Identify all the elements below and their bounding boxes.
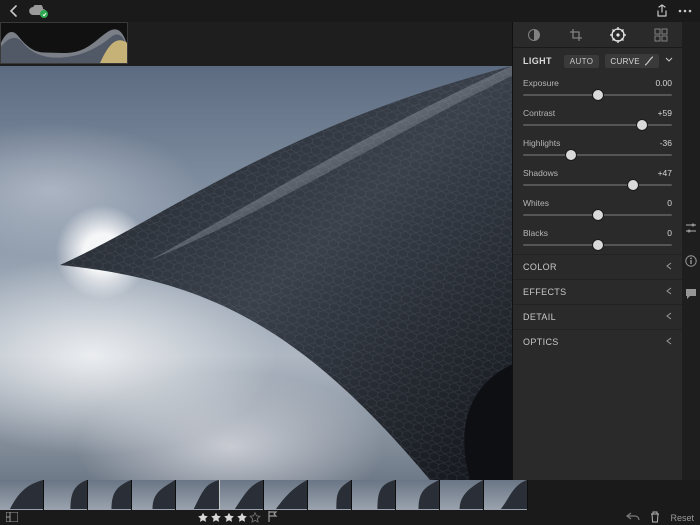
slider-track[interactable]: [523, 148, 672, 162]
slider-thumb[interactable]: [637, 120, 647, 130]
slider-label: Exposure: [523, 78, 559, 88]
filmstrip-thumb[interactable]: [220, 480, 264, 510]
star-icon[interactable]: [236, 512, 248, 523]
filmstrip-thumb[interactable]: [176, 480, 220, 510]
slider-label: Shadows: [523, 168, 558, 178]
slider-value: -36: [660, 138, 672, 148]
slider-exposure[interactable]: Exposure 0.00: [513, 74, 682, 104]
slider-track[interactable]: [523, 208, 672, 222]
slider-track[interactable]: [523, 88, 672, 102]
filmstrip-thumb[interactable]: [264, 480, 308, 510]
slider-thumb[interactable]: [593, 240, 603, 250]
filmstrip-thumb[interactable]: [88, 480, 132, 510]
comment-icon[interactable]: [685, 288, 697, 303]
chevron-down-icon: [665, 56, 673, 66]
slider-label: Highlights: [523, 138, 560, 148]
undo-button[interactable]: [626, 512, 640, 524]
filmstrip[interactable]: [0, 480, 700, 510]
slider-value: +47: [658, 168, 672, 178]
filmstrip-thumb[interactable]: [352, 480, 396, 510]
filmstrip-thumb[interactable]: [308, 480, 352, 510]
group-optics[interactable]: OPTICS: [513, 329, 682, 354]
edit-panel: LIGHT AUTO CURVE Exposure 0.00 Contrast +59…: [512, 22, 682, 480]
chevron-left-icon: [666, 287, 672, 297]
top-bar: [0, 0, 700, 22]
filmstrip-thumb[interactable]: [396, 480, 440, 510]
slider-thumb[interactable]: [628, 180, 638, 190]
chevron-left-icon: [666, 312, 672, 322]
star-icon[interactable]: [197, 512, 209, 523]
tab-profile[interactable]: [527, 28, 541, 42]
grid-view-button[interactable]: [6, 512, 18, 524]
light-title: LIGHT: [523, 56, 552, 66]
auto-button[interactable]: AUTO: [564, 55, 600, 68]
rating-stars[interactable]: [197, 511, 278, 524]
light-section-header[interactable]: LIGHT AUTO CURVE: [513, 48, 682, 74]
slider-whites[interactable]: Whites 0: [513, 194, 682, 224]
slider-value: 0: [667, 228, 672, 238]
group-label: COLOR: [523, 262, 557, 272]
filmstrip-thumb[interactable]: [440, 480, 484, 510]
tool-tabs: [513, 22, 682, 48]
info-icon[interactable]: [685, 255, 697, 270]
chevron-left-icon: [666, 337, 672, 347]
trash-button[interactable]: [650, 511, 660, 525]
tab-adjust[interactable]: [610, 27, 626, 43]
star-icon[interactable]: [249, 512, 261, 523]
chevron-left-icon: [666, 262, 672, 272]
group-detail[interactable]: DETAIL: [513, 304, 682, 329]
group-label: OPTICS: [523, 337, 559, 347]
back-button[interactable]: [8, 5, 20, 17]
photo-canvas[interactable]: [0, 66, 512, 480]
adjust-sliders-icon[interactable]: [685, 222, 697, 237]
group-label: DETAIL: [523, 312, 556, 322]
slider-label: Contrast: [523, 108, 555, 118]
tab-crop[interactable]: [569, 28, 583, 42]
slider-thumb[interactable]: [593, 210, 603, 220]
more-button[interactable]: [678, 9, 692, 13]
histogram[interactable]: [0, 22, 128, 64]
group-color[interactable]: COLOR: [513, 254, 682, 279]
slider-label: Blacks: [523, 228, 548, 238]
reset-button[interactable]: Reset: [670, 513, 694, 523]
tab-presets[interactable]: [654, 28, 668, 42]
slider-track[interactable]: [523, 238, 672, 252]
slider-blacks[interactable]: Blacks 0: [513, 224, 682, 254]
filmstrip-thumb[interactable]: [484, 480, 528, 510]
slider-value: 0: [667, 198, 672, 208]
star-icon[interactable]: [210, 512, 222, 523]
slider-value: 0.00: [655, 78, 672, 88]
filmstrip-thumb[interactable]: [44, 480, 88, 510]
slider-track[interactable]: [523, 178, 672, 192]
slider-contrast[interactable]: Contrast +59: [513, 104, 682, 134]
share-button[interactable]: [656, 4, 668, 18]
slider-highlights[interactable]: Highlights -36: [513, 134, 682, 164]
flag-icon[interactable]: [268, 511, 278, 524]
group-label: EFFECTS: [523, 287, 567, 297]
cloud-sync-ok-icon[interactable]: [28, 5, 46, 17]
slider-shadows[interactable]: Shadows +47: [513, 164, 682, 194]
right-rail: [682, 22, 700, 480]
group-effects[interactable]: EFFECTS: [513, 279, 682, 304]
filmstrip-thumb[interactable]: [0, 480, 44, 510]
slider-value: +59: [658, 108, 672, 118]
curve-button[interactable]: CURVE: [605, 54, 659, 68]
slider-track[interactable]: [523, 118, 672, 132]
slider-thumb[interactable]: [593, 90, 603, 100]
slider-label: Whites: [523, 198, 549, 208]
filmstrip-thumb[interactable]: [132, 480, 176, 510]
bottom-bar: Reset: [0, 510, 700, 525]
star-icon[interactable]: [223, 512, 235, 523]
slider-thumb[interactable]: [566, 150, 576, 160]
